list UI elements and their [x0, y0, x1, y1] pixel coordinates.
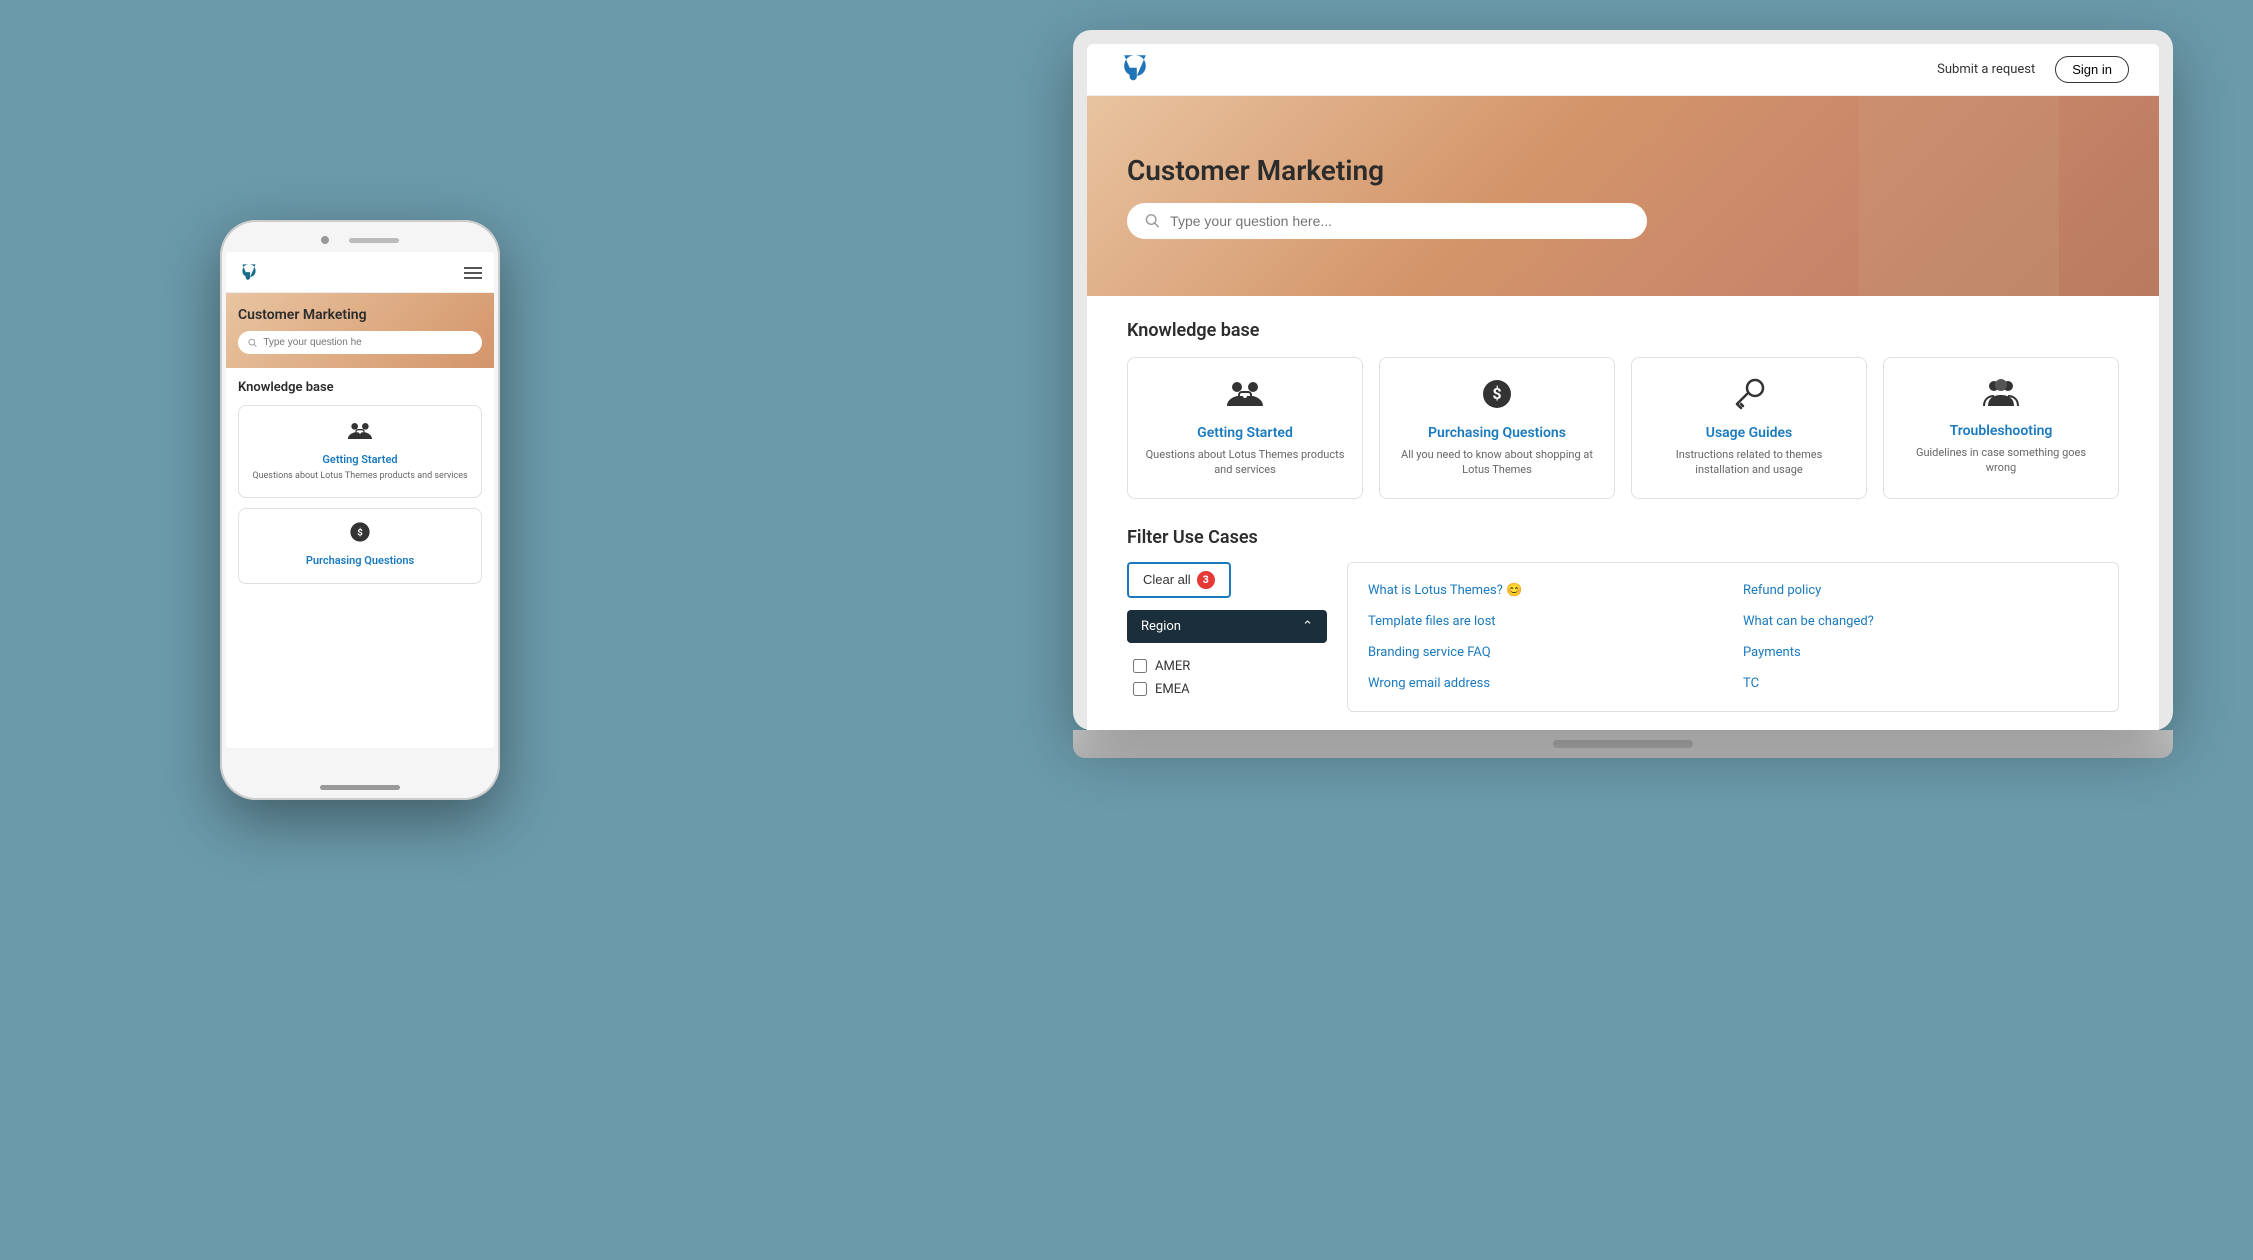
phone-dollar-icon: $: [249, 521, 471, 548]
phone-device: Customer Marketing Knowledge base: [220, 220, 500, 800]
clear-all-button[interactable]: Clear all 3: [1127, 562, 1231, 598]
filter-row: Clear all 3 Region ⌃ AMER: [1127, 562, 2119, 712]
phone-camera: [321, 236, 329, 244]
phone-kb-title: Knowledge base: [238, 380, 482, 395]
region-options: AMER EMEA: [1127, 651, 1327, 705]
phone-search-bar[interactable]: [238, 331, 482, 354]
region-dropdown[interactable]: Region ⌃: [1127, 610, 1327, 643]
filter-section-title: Filter Use Cases: [1127, 527, 2119, 548]
people-icon: [1144, 378, 1346, 417]
zendesk-logo: [1117, 48, 1153, 91]
region-option-amer[interactable]: AMER: [1127, 655, 1327, 678]
kb-card-troubleshooting[interactable]: Troubleshooting Guidelines in case somet…: [1883, 357, 2119, 499]
submit-request-link[interactable]: Submit a request: [1937, 62, 2035, 77]
header-right: Submit a request Sign in: [1937, 56, 2129, 83]
usage-guides-title: Usage Guides: [1648, 425, 1850, 441]
laptop-frame: Submit a request Sign in Customer Market…: [1073, 30, 2173, 730]
filter-badge: 3: [1197, 571, 1215, 589]
hero-section: Customer Marketing: [1087, 96, 2159, 296]
svg-text:$: $: [357, 527, 363, 538]
getting-started-title: Getting Started: [1144, 425, 1346, 441]
clear-all-label: Clear all: [1143, 572, 1191, 587]
phone-hero-title: Customer Marketing: [238, 307, 482, 323]
phone-kb-card-getting-started[interactable]: Getting Started Questions about Lotus Th…: [238, 405, 482, 498]
emea-checkbox[interactable]: [1133, 682, 1147, 696]
phone-speaker: [349, 238, 399, 243]
search-icon: [1145, 213, 1160, 229]
filter-left: Clear all 3 Region ⌃ AMER: [1127, 562, 1327, 712]
emea-label: EMEA: [1155, 682, 1190, 697]
article-lotus-themes[interactable]: What is Lotus Themes? 😊: [1368, 579, 1723, 602]
article-template-files[interactable]: Template files are lost: [1368, 610, 1723, 633]
hamburger-menu-icon[interactable]: [464, 267, 482, 279]
filter-right: What is Lotus Themes? 😊 Refund policy Te…: [1347, 562, 2119, 712]
phone-app-header: [226, 252, 494, 293]
purchasing-desc: All you need to know about shopping at L…: [1396, 447, 1598, 478]
article-branding-faq[interactable]: Branding service FAQ: [1368, 641, 1723, 664]
kb-card-usage[interactable]: Usage Guides Instructions related to the…: [1631, 357, 1867, 499]
app-header: Submit a request Sign in: [1087, 44, 2159, 96]
chevron-up-icon: ⌃: [1302, 619, 1313, 634]
purchasing-title: Purchasing Questions: [1396, 425, 1598, 441]
article-wrong-email[interactable]: Wrong email address: [1368, 672, 1723, 695]
users-group-icon: [1900, 378, 2102, 415]
region-option-emea[interactable]: EMEA: [1127, 678, 1327, 701]
phone-hero: Customer Marketing: [226, 293, 494, 368]
main-content: Knowledge base: [1087, 296, 2159, 730]
phone-notch-area: [226, 232, 494, 252]
kb-card-purchasing[interactable]: $ Purchasing Questions All you need to k…: [1379, 357, 1615, 499]
laptop-base: [1073, 730, 2173, 758]
phone-search-input[interactable]: [263, 337, 472, 348]
phone-main: Knowledge base Getting Started Q: [226, 368, 494, 606]
hero-search-input[interactable]: [1170, 213, 1629, 229]
phone-getting-started-desc: Questions about Lotus Themes products an…: [249, 470, 471, 483]
phone-frame: Customer Marketing Knowledge base: [220, 220, 500, 800]
hero-search-bar[interactable]: [1127, 203, 1647, 239]
troubleshooting-title: Troubleshooting: [1900, 423, 2102, 439]
articles-grid: What is Lotus Themes? 😊 Refund policy Te…: [1368, 579, 2098, 695]
svg-text:$: $: [1492, 384, 1501, 403]
phone-people-icon: [249, 420, 471, 447]
kb-card-getting-started[interactable]: Getting Started Questions about Lotus Th…: [1127, 357, 1363, 499]
amer-checkbox[interactable]: [1133, 659, 1147, 673]
hero-title: Customer Marketing: [1127, 154, 2119, 187]
article-what-changed[interactable]: What can be changed?: [1743, 610, 2098, 633]
kb-cards-container: Getting Started Questions about Lotus Th…: [1127, 357, 2119, 499]
article-tc[interactable]: TC: [1743, 672, 2098, 695]
article-refund-policy[interactable]: Refund policy: [1743, 579, 2098, 602]
laptop-screen: Submit a request Sign in Customer Market…: [1087, 44, 2159, 730]
getting-started-desc: Questions about Lotus Themes products an…: [1144, 447, 1346, 478]
phone-screen: Customer Marketing Knowledge base: [226, 252, 494, 748]
laptop-device: Submit a request Sign in Customer Market…: [1073, 30, 2173, 810]
troubleshooting-desc: Guidelines in case something goes wrong: [1900, 445, 2102, 476]
phone-getting-started-title: Getting Started: [249, 453, 471, 466]
phone-zendesk-logo: [238, 262, 260, 284]
amer-label: AMER: [1155, 659, 1190, 674]
usage-guides-desc: Instructions related to themes installat…: [1648, 447, 1850, 478]
phone-purchasing-title: Purchasing Questions: [249, 554, 471, 567]
dollar-circle-icon: $: [1396, 378, 1598, 417]
phone-search-icon: [248, 338, 257, 348]
phone-kb-card-purchasing[interactable]: $ Purchasing Questions: [238, 508, 482, 584]
key-icon: [1648, 378, 1850, 417]
knowledge-base-title: Knowledge base: [1127, 320, 2119, 341]
sign-in-button[interactable]: Sign in: [2055, 56, 2129, 83]
article-payments[interactable]: Payments: [1743, 641, 2098, 664]
phone-home-indicator: [320, 785, 400, 790]
laptop-notch: [1553, 740, 1693, 748]
region-label: Region: [1141, 619, 1181, 634]
